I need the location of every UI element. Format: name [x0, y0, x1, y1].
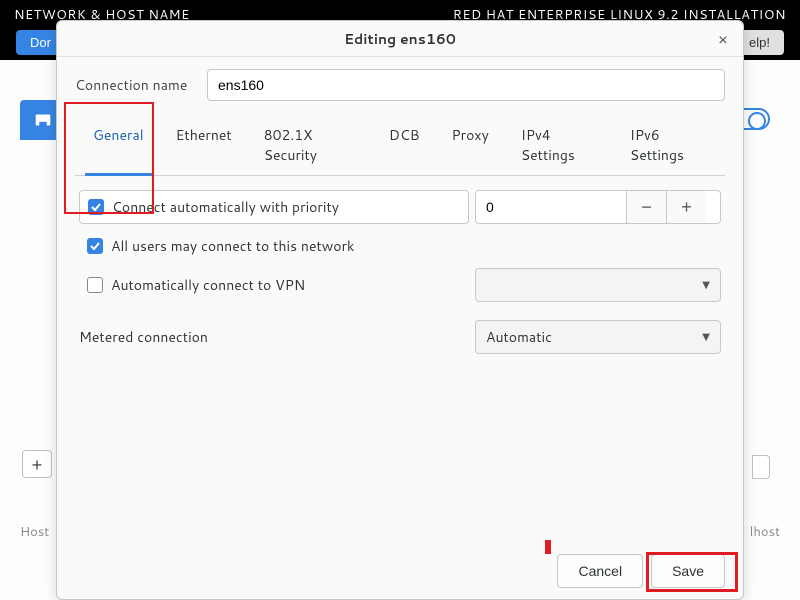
auto-connect-checkbox[interactable]	[88, 199, 104, 215]
priority-decrement-button[interactable]: −	[626, 191, 666, 223]
tab-ipv4-settings[interactable]: IPv4 Settings	[507, 115, 612, 175]
auto-vpn-row: Automatically connect to VPN ▼	[79, 268, 721, 302]
check-icon	[91, 202, 101, 212]
dialog-titlebar: Editing ens160 ×	[57, 21, 743, 57]
priority-input[interactable]	[476, 191, 626, 223]
auto-vpn-checkbox[interactable]	[87, 277, 103, 293]
vpn-select[interactable]: ▼	[475, 268, 721, 302]
host-value-fragment: lhost	[750, 523, 780, 541]
dialog-body: Connection name General Ethernet 802.1X …	[57, 57, 743, 543]
dialog-footer: Cancel Save	[57, 543, 743, 599]
annotation-tick	[545, 540, 551, 554]
connection-name-label: Connection name	[75, 75, 195, 95]
tab-dcb[interactable]: DCB	[375, 115, 434, 175]
ethernet-icon	[32, 109, 54, 131]
all-users-row[interactable]: All users may connect to this network	[79, 236, 721, 256]
save-button[interactable]: Save	[651, 554, 725, 588]
auto-connect-row: Connect automatically with priority − +	[79, 190, 721, 224]
priority-increment-button[interactable]: +	[666, 191, 706, 223]
dialog-title: Editing ens160	[344, 29, 456, 49]
tab-bar: General Ethernet 802.1X Security DCB Pro…	[75, 115, 725, 176]
metered-select[interactable]: Automatic ▼	[475, 320, 721, 354]
connection-name-row: Connection name	[75, 69, 725, 101]
auto-connect-checkbox-wrap[interactable]: Connect automatically with priority	[79, 190, 469, 224]
metered-label: Metered connection	[79, 327, 208, 347]
auto-connect-label: Connect automatically with priority	[112, 197, 339, 217]
metered-select-value: Automatic	[486, 327, 552, 347]
tab-proxy[interactable]: Proxy	[438, 115, 503, 175]
configure-button-fragment[interactable]	[752, 455, 770, 479]
tab-ethernet[interactable]: Ethernet	[162, 115, 246, 175]
add-device-button[interactable]: +	[22, 450, 52, 478]
tab-8021x-security[interactable]: 802.1X Security	[250, 115, 371, 175]
edit-connection-dialog: Editing ens160 × Connection name General…	[56, 20, 744, 600]
tab-general[interactable]: General	[79, 115, 158, 175]
check-icon	[90, 241, 100, 251]
auto-vpn-label: Automatically connect to VPN	[111, 275, 305, 295]
close-icon[interactable]: ×	[713, 29, 733, 49]
cancel-button[interactable]: Cancel	[557, 554, 643, 588]
metered-row: Metered connection Automatic ▼	[79, 320, 721, 354]
tab-ipv6-settings[interactable]: IPv6 Settings	[616, 115, 721, 175]
all-users-label: All users may connect to this network	[111, 236, 354, 256]
chevron-down-icon: ▼	[702, 278, 710, 292]
priority-spinbox: − +	[475, 190, 721, 224]
host-label-fragment: Host	[20, 523, 49, 541]
connection-name-input[interactable]	[207, 69, 725, 101]
general-tab-pane: Connect automatically with priority − + …	[75, 176, 725, 368]
auto-vpn-checkbox-wrap[interactable]: Automatically connect to VPN	[79, 275, 469, 295]
chevron-down-icon: ▼	[702, 330, 710, 344]
plus-icon: +	[32, 453, 43, 476]
all-users-checkbox[interactable]	[87, 238, 103, 254]
